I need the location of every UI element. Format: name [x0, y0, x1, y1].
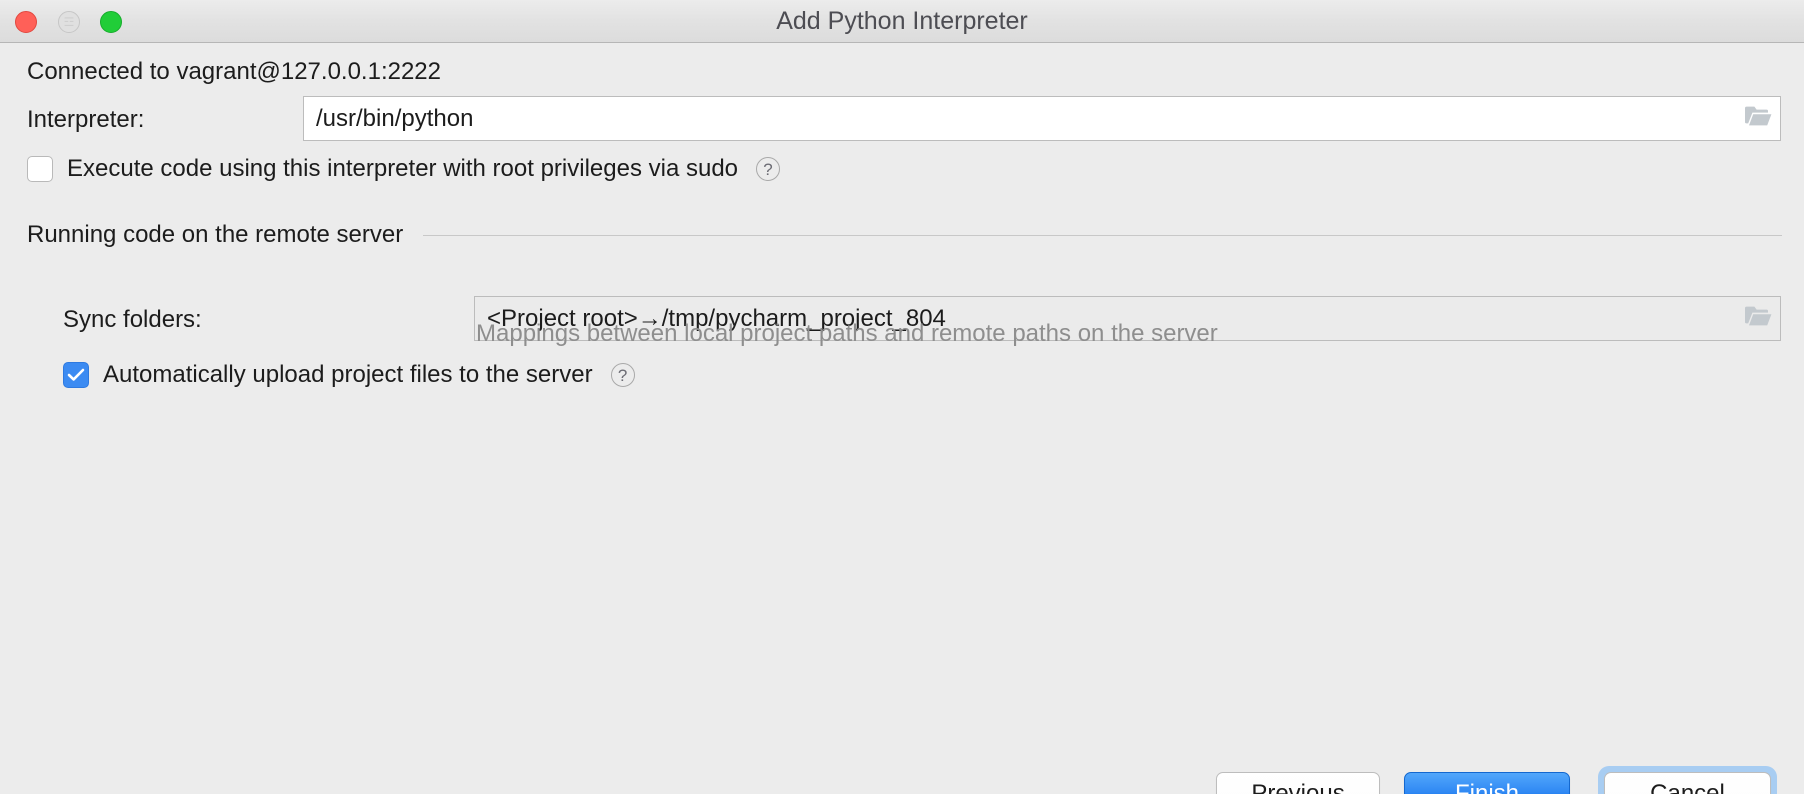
sudo-checkbox[interactable]: [27, 156, 53, 182]
auto-upload-checkbox-row[interactable]: Automatically upload project files to th…: [63, 361, 635, 389]
interpreter-label: Interpreter:: [27, 106, 144, 134]
sync-folders-hint: Mappings between local project paths and…: [476, 320, 1218, 348]
sync-folders-browse-button[interactable]: [1736, 297, 1780, 340]
checkmark-icon: [67, 368, 85, 382]
add-python-interpreter-dialog: ☲ Add Python Interpreter Connected to va…: [0, 0, 1804, 794]
section-divider: [423, 235, 1782, 236]
folder-icon: [1744, 305, 1772, 332]
auto-upload-help-icon[interactable]: ?: [611, 363, 635, 387]
auto-upload-checkbox-label: Automatically upload project files to th…: [103, 361, 593, 389]
remote-section-header: Running code on the remote server: [27, 221, 1782, 249]
connection-status: Connected to vagrant@127.0.0.1:2222: [27, 58, 441, 86]
remote-section-title: Running code on the remote server: [27, 221, 403, 249]
interpreter-value[interactable]: /usr/bin/python: [304, 105, 1736, 133]
sudo-checkbox-row[interactable]: Execute code using this interpreter with…: [27, 155, 780, 183]
sync-folders-label: Sync folders:: [63, 306, 202, 334]
folder-icon: [1744, 105, 1772, 132]
cancel-button[interactable]: Cancel: [1604, 772, 1771, 794]
sudo-checkbox-label: Execute code using this interpreter with…: [67, 155, 738, 183]
window-title: Add Python Interpreter: [0, 0, 1804, 43]
interpreter-field[interactable]: /usr/bin/python: [303, 96, 1781, 141]
interpreter-browse-button[interactable]: [1736, 97, 1780, 140]
finish-button[interactable]: Finish: [1404, 772, 1570, 794]
previous-button[interactable]: Previous: [1216, 772, 1380, 794]
auto-upload-checkbox[interactable]: [63, 362, 89, 388]
sudo-help-icon[interactable]: ?: [756, 157, 780, 181]
cancel-button-focus-ring: Cancel: [1598, 766, 1777, 794]
dialog-body: Connected to vagrant@127.0.0.1:2222 Inte…: [0, 43, 1804, 794]
window-titlebar: ☲ Add Python Interpreter: [0, 0, 1804, 43]
